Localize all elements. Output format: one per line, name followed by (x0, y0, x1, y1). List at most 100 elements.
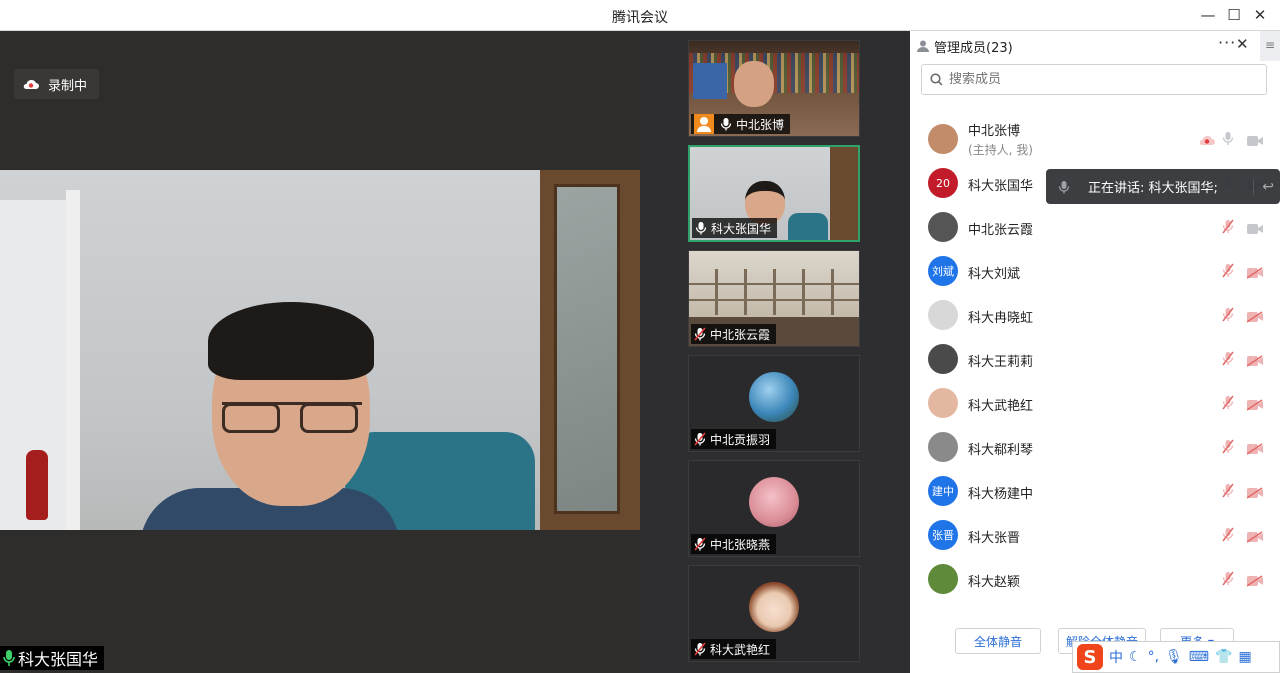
panel-title: 管理成员(23) (934, 40, 1013, 56)
mic-muted-icon[interactable] (1222, 395, 1238, 411)
search-icon (930, 73, 943, 86)
gallery-label: 中北贡振羽 (691, 429, 777, 449)
member-row[interactable]: 科大武艳红 (910, 381, 1270, 425)
mute-all-button[interactable]: 全体静音 (955, 628, 1041, 654)
mic-muted-icon[interactable] (1222, 219, 1238, 235)
member-avatar: 张晋 (928, 520, 958, 550)
fire-extinguisher (26, 450, 48, 520)
person-glasses (222, 402, 362, 434)
gallery-label: 中北张晓燕 (691, 534, 777, 554)
camera-off-icon[interactable] (1246, 352, 1264, 368)
cloud-record-icon (1198, 131, 1216, 150)
member-avatar (928, 300, 958, 330)
maximize-button[interactable]: ☐ (1222, 4, 1246, 26)
member-avatar (928, 124, 958, 154)
chair (788, 213, 828, 240)
main-speaker-label: 科大张国华 (0, 646, 105, 670)
recording-label: 录制中 (48, 78, 88, 94)
cabinet (830, 147, 858, 240)
member-row[interactable]: 科大王莉莉 (910, 337, 1270, 381)
mic-muted-icon (694, 432, 706, 446)
gallery-tile-5[interactable]: 中北张晓燕 (688, 460, 860, 557)
door-frame (66, 190, 80, 530)
camera-off-icon[interactable] (1246, 440, 1264, 456)
member-name: 科大刘斌 (968, 267, 1021, 282)
member-avatar (928, 432, 958, 462)
member-name: 中北张博 (968, 124, 1021, 139)
member-row[interactable]: 张晋 科大张晋 (910, 513, 1270, 557)
speaker-video-frame (0, 170, 640, 530)
gallery-tile-2[interactable]: 科大张国华 (688, 145, 860, 242)
member-name: 科大赵颖 (968, 575, 1021, 590)
title-bar: 腾讯会议 — ☐ ✕ (0, 0, 1280, 31)
camera-off-icon[interactable] (1246, 396, 1264, 412)
mic-muted-icon[interactable] (1222, 527, 1238, 543)
camera-off-icon[interactable] (1246, 528, 1264, 544)
member-row[interactable]: 建中 科大杨建中 (910, 469, 1270, 513)
member-avatar: 20 (928, 168, 958, 198)
toolbox-icon[interactable]: ▦ (1238, 649, 1251, 665)
skin-icon[interactable]: 👕 (1215, 649, 1232, 665)
member-avatar: 刘斌 (928, 256, 958, 286)
gallery-tile-3[interactable]: 中北张云霞 (688, 250, 860, 347)
speaking-text: 正在讲话: 科大张国华; (1088, 181, 1218, 196)
voice-icon[interactable]: 🎙 (1165, 649, 1183, 665)
gallery-tile-1[interactable]: 中北张博 (688, 40, 860, 137)
person-face (734, 61, 774, 107)
close-panel-icon[interactable]: ✕ (1236, 35, 1249, 53)
punctuation-icon[interactable]: °, (1148, 649, 1159, 665)
mic-on-icon[interactable] (1222, 131, 1238, 147)
video-gallery: 中北张博 科大张国华 中北张云霞 中北贡振羽 中北张晓燕 科大武艳红 (640, 31, 910, 673)
gallery-label: 科大张国华 (692, 218, 778, 238)
gallery-tile-4[interactable]: 中北贡振羽 (688, 355, 860, 452)
member-name: 科大张晋 (968, 531, 1021, 546)
minimize-button[interactable]: — (1196, 4, 1220, 26)
member-row[interactable]: 科大冉晓虹 (910, 293, 1270, 337)
member-search[interactable] (921, 64, 1267, 95)
member-name: 科大杨建中 (968, 487, 1034, 502)
close-window-button[interactable]: ✕ (1248, 4, 1272, 26)
camera-off-icon[interactable] (1246, 572, 1264, 588)
mic-muted-icon[interactable] (1222, 439, 1238, 455)
cabinet (540, 170, 640, 530)
back-arrow-icon[interactable]: ↩ (1253, 178, 1274, 195)
gallery-label: 科大武艳红 (691, 639, 777, 659)
mic-muted-icon[interactable] (1222, 263, 1238, 279)
mic-muted-icon[interactable] (1222, 307, 1238, 323)
member-avatar (928, 212, 958, 242)
mic-on-icon (695, 222, 707, 235)
camera-on-icon[interactable] (1246, 220, 1264, 236)
member-row[interactable]: 科大郗利琴 (910, 425, 1270, 469)
member-row[interactable]: 中北张博 (主持人, 我) (910, 117, 1270, 161)
camera-off-icon[interactable] (1246, 308, 1264, 324)
mic-muted-icon[interactable] (1222, 483, 1238, 499)
mic-muted-icon[interactable] (1222, 571, 1238, 587)
member-avatar (928, 564, 958, 594)
panel-menu-icon[interactable]: ≡ (1260, 31, 1280, 61)
member-name: 科大张国华 (968, 179, 1034, 194)
ime-toolbar[interactable]: S 中 ☾ °, 🎙 ⌨ 👕 ▦ (1072, 641, 1280, 673)
search-input[interactable] (949, 72, 1239, 87)
more-options-icon[interactable]: ··· (1218, 33, 1236, 52)
speaking-indicator: 正在讲话: 科大张国华; ↩ (1046, 169, 1280, 204)
member-name: 科大冉晓虹 (968, 311, 1034, 326)
member-row[interactable]: 科大赵颖 (910, 557, 1270, 601)
ime-mode[interactable]: 中 (1109, 647, 1123, 667)
member-name: 科大武艳红 (968, 399, 1034, 414)
person-hair (208, 302, 374, 380)
camera-off-icon[interactable] (1246, 264, 1264, 280)
moon-icon[interactable]: ☾ (1129, 649, 1142, 665)
mic-icon (1058, 180, 1070, 193)
keyboard-icon[interactable]: ⌨ (1189, 649, 1209, 665)
camera-on-icon[interactable] (1246, 132, 1264, 148)
member-row[interactable]: 中北张云霞 (910, 205, 1270, 249)
mic-muted-icon[interactable] (1222, 351, 1238, 367)
main-video[interactable]: 录制中 (0, 31, 640, 673)
gallery-tile-6[interactable]: 科大武艳红 (688, 565, 860, 662)
mic-muted-icon (694, 537, 706, 551)
recording-badge[interactable]: 录制中 (14, 69, 100, 99)
member-row[interactable]: 刘斌 科大刘斌 (910, 249, 1270, 293)
mic-muted-icon (694, 642, 706, 656)
member-avatar (928, 344, 958, 374)
camera-off-icon[interactable] (1246, 484, 1264, 500)
